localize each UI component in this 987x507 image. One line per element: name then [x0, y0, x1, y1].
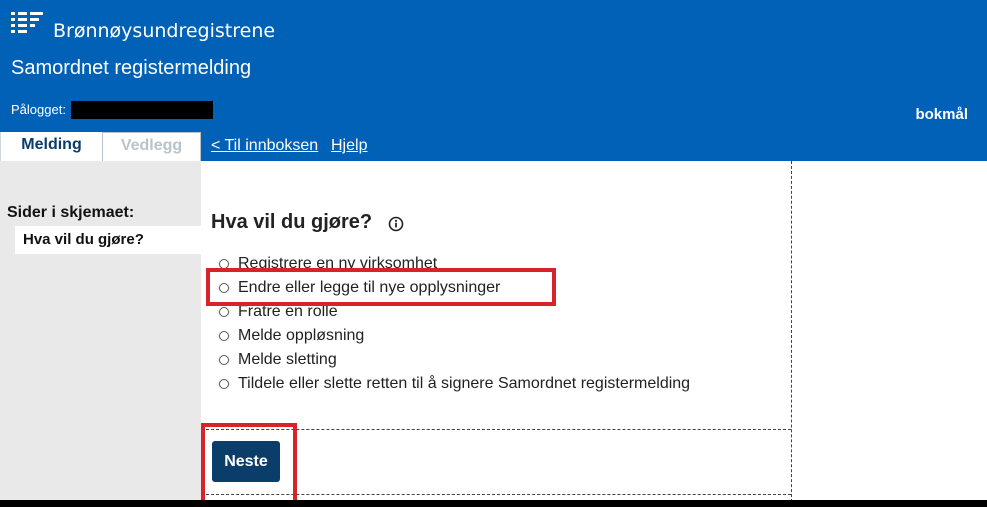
- brand-name[interactable]: Brønnøysundregistrene: [53, 20, 275, 42]
- header-bar: Brønnøysundregistrene Samordnet register…: [0, 0, 987, 161]
- language-switch[interactable]: bokmål: [915, 106, 968, 123]
- inbox-link[interactable]: < Til innboksen: [211, 137, 318, 155]
- radio-button[interactable]: [219, 307, 229, 317]
- highlight-box-next: [201, 423, 297, 507]
- bottom-bar: [0, 500, 987, 507]
- brreg-logo-icon[interactable]: [11, 12, 45, 43]
- option-signere[interactable]: Tildele eller slette retten til å signer…: [219, 373, 690, 395]
- sidebar-title: Sider i skjemaet:: [7, 204, 135, 221]
- tab-melding[interactable]: Melding: [0, 132, 102, 161]
- option-label: Tildele eller slette retten til å signer…: [238, 375, 691, 392]
- radio-button[interactable]: [219, 331, 229, 341]
- logged-in-label: Pålogget:: [11, 102, 66, 117]
- sidebar-item-hva-vil-du-gjore[interactable]: Hva vil du gjøre?: [15, 226, 201, 254]
- option-sletting[interactable]: Melde sletting: [219, 349, 337, 371]
- radio-button[interactable]: [219, 355, 229, 365]
- app-title: Samordnet registermelding: [11, 57, 252, 79]
- highlight-box-option: [206, 268, 556, 306]
- logged-in-user-redacted: [71, 101, 213, 119]
- tab-vedlegg[interactable]: Vedlegg: [102, 132, 201, 161]
- option-opplosning[interactable]: Melde oppløsning: [219, 325, 364, 347]
- page-question: Hva vil du gjøre?: [211, 211, 373, 233]
- help-link[interactable]: Hjelp: [331, 137, 367, 155]
- radio-button[interactable]: [219, 379, 229, 389]
- content-divider-vertical: [791, 161, 792, 507]
- info-icon[interactable]: [388, 216, 404, 237]
- option-label: Melde oppløsning: [238, 327, 365, 344]
- option-label: Melde sletting: [238, 351, 337, 368]
